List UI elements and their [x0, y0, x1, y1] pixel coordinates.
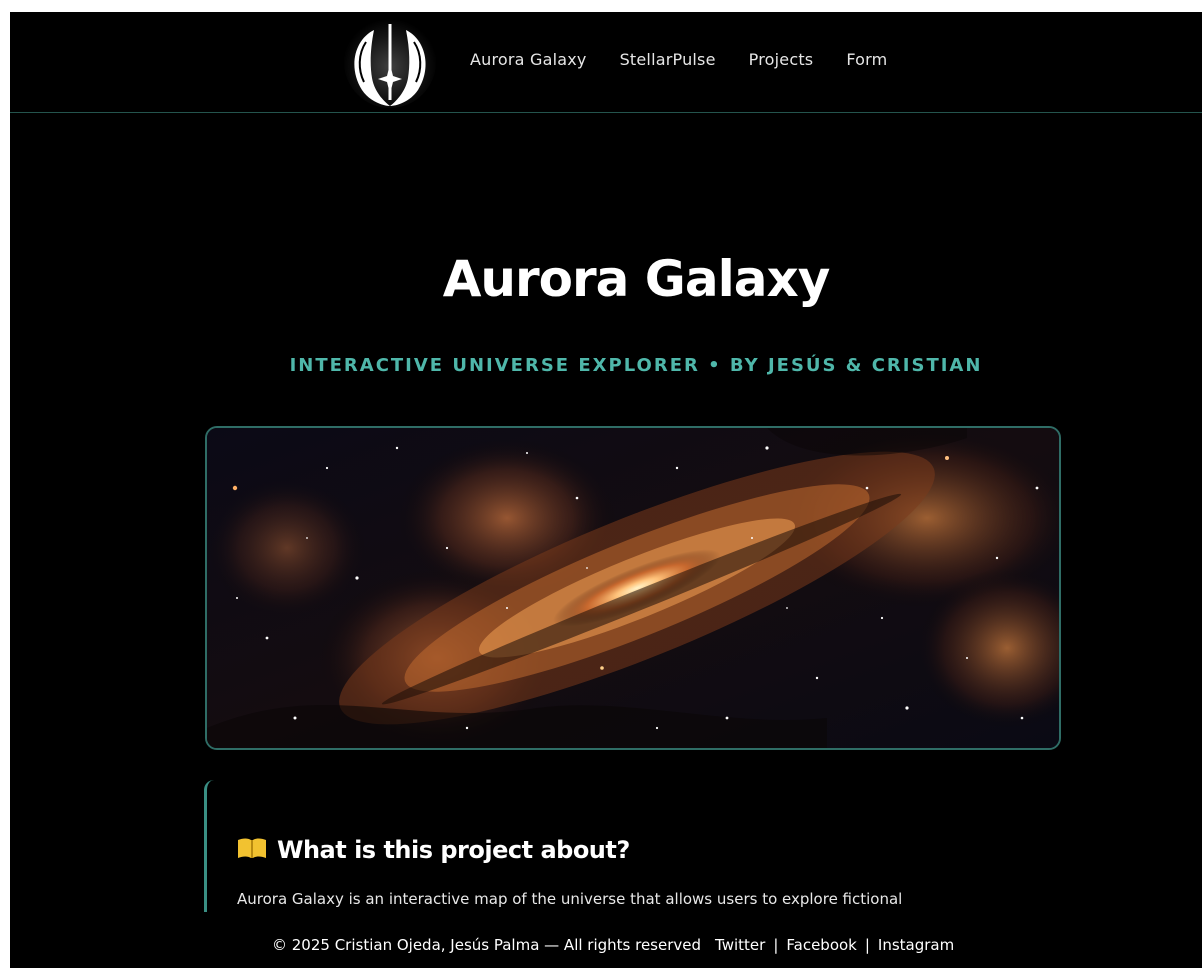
- about-section: What is this project about? Aurora Galax…: [204, 780, 1067, 912]
- footer-copyright: © 2025 Cristian Ojeda, Jesús Palma — All…: [272, 936, 702, 954]
- about-description: Aurora Galaxy is an interactive map of t…: [237, 890, 903, 908]
- page-footer: © 2025 Cristian Ojeda, Jesús Palma — All…: [10, 924, 1202, 968]
- footer-separator: |: [773, 936, 779, 954]
- galaxy-banner-image: [205, 426, 1061, 750]
- nav-link-stellarpulse[interactable]: StellarPulse: [620, 50, 716, 69]
- top-navigation-bar: Aurora Galaxy StellarPulse Projects Form: [10, 12, 1202, 113]
- footer-link-twitter[interactable]: Twitter: [715, 936, 765, 954]
- jedi-order-emblem-icon[interactable]: [344, 16, 436, 108]
- about-heading: What is this project about?: [277, 836, 630, 864]
- open-book-icon: [237, 837, 267, 863]
- page-viewport: Aurora Galaxy StellarPulse Projects Form…: [10, 12, 1202, 968]
- footer-separator: |: [864, 936, 870, 954]
- footer-link-instagram[interactable]: Instagram: [878, 936, 954, 954]
- footer-link-facebook[interactable]: Facebook: [786, 936, 856, 954]
- nav-link-form[interactable]: Form: [846, 50, 887, 69]
- page-subtitle: INTERACTIVE UNIVERSE EXPLORER • BY JESÚS…: [289, 355, 983, 376]
- nav-link-projects[interactable]: Projects: [749, 50, 814, 69]
- nav-link-aurora-galaxy[interactable]: Aurora Galaxy: [470, 50, 587, 69]
- footer-content: © 2025 Cristian Ojeda, Jesús Palma — All…: [272, 936, 954, 954]
- main-nav: Aurora Galaxy StellarPulse Projects Form: [470, 50, 887, 69]
- page-title: Aurora Galaxy: [442, 250, 831, 308]
- about-heading-row: What is this project about?: [237, 836, 630, 864]
